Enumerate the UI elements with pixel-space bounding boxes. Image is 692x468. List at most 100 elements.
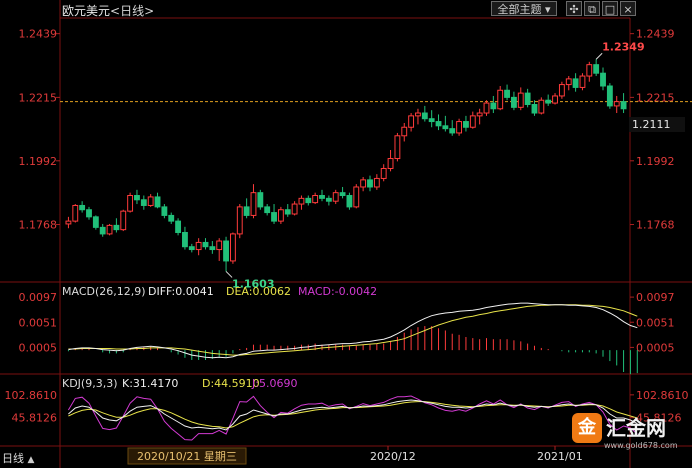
candle-body <box>284 209 291 215</box>
candle-body <box>538 99 545 114</box>
candle-body <box>586 64 593 77</box>
period-selector[interactable]: 日线 ▲ <box>2 450 34 466</box>
window-maximize-icon[interactable]: □ <box>602 1 618 16</box>
brand-logo: 金 汇金网 www.gold678.com <box>570 410 692 454</box>
candle-body <box>435 121 442 127</box>
macd-tick-label-left: 0.0097 <box>19 291 58 304</box>
period-selector-label: 日线 <box>2 452 24 465</box>
candle-body <box>606 85 613 107</box>
candle-body <box>531 103 538 114</box>
candle-body <box>373 177 380 188</box>
candle-body <box>188 246 195 251</box>
kdj-k-line <box>68 399 638 431</box>
candle-body <box>236 206 243 235</box>
candle-body <box>277 209 284 222</box>
candle-body <box>572 78 579 88</box>
candle-body <box>620 101 627 110</box>
candle-body <box>613 101 620 107</box>
kdj-tick-label-right: 102.8610 <box>636 389 689 402</box>
candle-body <box>154 196 161 208</box>
candle-body <box>558 84 565 97</box>
macd-label: MACD(26,12,9) <box>62 285 146 298</box>
price-tick-label-left: 1.1992 <box>19 155 58 168</box>
chart-canvas: 1.2439 1.2439 1.2215 1.2215 1.1992 1.1992 1.17… <box>0 0 692 468</box>
macd-tick-label-right: 0.0051 <box>636 316 675 329</box>
candle-body <box>223 240 229 262</box>
candle-body <box>367 179 373 188</box>
current-price-tag: 1.2111 <box>629 117 685 132</box>
theme-dropdown[interactable]: 全部主题 ▾ <box>491 1 557 16</box>
candle-body <box>209 246 216 251</box>
candle-body <box>394 135 401 160</box>
logo-name: 汇金网 <box>606 416 666 440</box>
candle-body <box>497 89 504 110</box>
macd-value-text: MACD:-0.0042 <box>298 285 377 298</box>
macd-tick-label-left: 0.0005 <box>19 341 58 354</box>
dropdown-icon: ▾ <box>544 3 551 16</box>
candle-body <box>175 220 182 233</box>
candle-body <box>312 195 319 204</box>
macd-tick-label-right: 0.0097 <box>636 291 675 304</box>
crosshair-icon[interactable]: ✣ <box>566 1 582 16</box>
candle-body <box>298 197 305 205</box>
candle-body <box>346 195 353 208</box>
candle-body <box>243 206 250 216</box>
candle-body <box>408 115 415 128</box>
macd-tick-label-left: 0.0051 <box>19 316 58 329</box>
price-tick-label-right: 1.1768 <box>636 219 675 232</box>
candle-body <box>325 197 332 202</box>
candle-body <box>360 179 367 188</box>
candle-body <box>72 204 79 222</box>
candle-body <box>271 212 277 222</box>
chart-title: 欧元美元<日线> <box>62 2 154 19</box>
candle-body <box>483 102 490 114</box>
macd-dea-line <box>68 304 638 356</box>
macd-dea-text: DEA:0.0062 <box>226 285 291 298</box>
candle-body <box>127 195 134 212</box>
candle-body <box>79 204 86 211</box>
candle-body <box>421 112 428 120</box>
x-tick-label-dec: 2020/12 <box>370 450 416 463</box>
kdj-j-line <box>67 395 638 441</box>
price-tick-label-left: 1.2439 <box>19 28 58 41</box>
candle-body <box>305 197 312 204</box>
logo-mark: 金 <box>572 413 602 443</box>
candle-body <box>415 112 421 117</box>
logo-url: www.gold678.com <box>604 441 678 450</box>
candle-body <box>387 158 394 169</box>
kdj-j-text: J:5.0690 <box>251 377 297 390</box>
candle-body <box>99 226 106 235</box>
close-icon[interactable]: × <box>620 1 636 16</box>
price-tick-label-left: 1.2215 <box>19 91 58 104</box>
candle-body <box>476 112 483 117</box>
candle-body <box>579 75 586 88</box>
high-annotation: 1.2349 <box>602 40 644 53</box>
symbol-name: 欧元美元 <box>62 4 111 18</box>
candle-body <box>113 224 120 231</box>
candle-body <box>140 199 147 206</box>
kdj-tick-label-left: 45.8126 <box>12 412 58 425</box>
price-tick-label-right: 1.1992 <box>636 155 675 168</box>
candle-body <box>428 118 435 123</box>
period-label[interactable]: <日线> <box>110 4 154 18</box>
window-restore-icon[interactable]: ⧉ <box>584 1 600 16</box>
price-tick-label-left: 1.1768 <box>19 219 58 232</box>
candle-body <box>353 186 360 208</box>
candle-body <box>264 206 271 214</box>
kdj-k-text: K:31.4170 <box>122 377 178 390</box>
high-marker-line <box>595 52 603 60</box>
kdj-d-line <box>68 401 638 429</box>
candle-body <box>229 233 236 262</box>
candle-body <box>147 196 154 206</box>
candle-body <box>517 92 524 108</box>
candle-body <box>552 95 558 104</box>
candle-body <box>134 195 140 201</box>
candle-body <box>106 224 113 235</box>
triangle-up-icon: ▲ <box>27 455 35 465</box>
price-tick-label-right: 1.2439 <box>636 28 675 41</box>
candle-body <box>332 192 339 202</box>
x-tick-label-date: 2020/10/21 星期三 <box>137 450 237 463</box>
candle-body <box>565 78 572 86</box>
candle-body <box>86 209 92 218</box>
macd-tick-label-right: 0.0005 <box>636 341 675 354</box>
